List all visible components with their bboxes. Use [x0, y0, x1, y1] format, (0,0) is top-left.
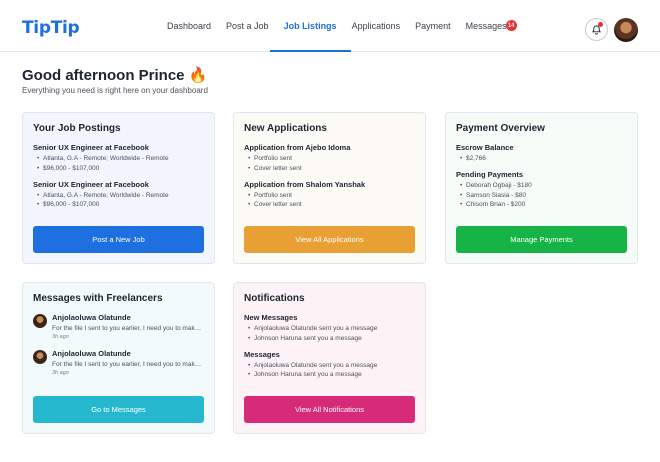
messages-count-badge: 14 — [505, 20, 517, 31]
nav-payment[interactable]: Payment — [415, 0, 451, 52]
job-title: Senior UX Engineer at Facebook — [33, 143, 149, 152]
new-applications-card: New Applications Application from Ajebo … — [233, 112, 426, 264]
post-new-job-button[interactable]: Post a New Job — [33, 226, 204, 253]
message-time: 3h ago — [52, 334, 69, 340]
pending-payment-item: Deborah Ogbaji - $180 — [460, 182, 627, 189]
nav-dashboard[interactable]: Dashboard — [167, 0, 211, 52]
message-item[interactable]: Anjolaoluwa Olatunde For the file I sent… — [33, 349, 204, 376]
application-title: Application from Ajebo Idoma — [244, 143, 351, 152]
message-item[interactable]: Anjolaoluwa Olatunde For the file I sent… — [33, 313, 204, 340]
job-posting-item[interactable]: Senior UX Engineer at Facebook Atlanta, … — [33, 180, 204, 209]
view-all-applications-button[interactable]: View All Applications — [244, 226, 415, 253]
pending-payment-item: Samson Siasia - $80 — [460, 192, 627, 199]
page-subtitle: Everything you need is right here on you… — [22, 86, 208, 95]
nav-messages[interactable]: Messages 14 — [465, 0, 517, 52]
user-avatar[interactable] — [614, 18, 638, 42]
job-postings-card: Your Job Postings Senior UX Engineer at … — [22, 112, 215, 264]
notification-group-label: Messages — [244, 349, 280, 359]
page-title: Good afternoon Prince 🔥 — [22, 67, 208, 84]
nav-applications[interactable]: Applications — [352, 0, 401, 52]
notification-group: New Messages Anjolaoluwa Olatunde sent y… — [244, 313, 415, 342]
application-detail: Cover letter sent — [248, 165, 415, 172]
job-posting-item[interactable]: Senior UX Engineer at Facebook Atlanta, … — [33, 143, 204, 172]
sender-avatar — [33, 350, 47, 364]
sender-avatar — [33, 314, 47, 328]
nav-job-listings[interactable]: Job Listings — [269, 0, 351, 52]
application-item[interactable]: Application from Ajebo Idoma Portfolio s… — [244, 143, 415, 172]
application-item[interactable]: Application from Shalom Yanshak Portfoli… — [244, 180, 415, 209]
escrow-label: Escrow Balance — [456, 143, 514, 152]
pending-label: Pending Payments — [456, 170, 524, 179]
notification-item[interactable]: Anjolaoluwa Olatunde sent you a message — [248, 325, 415, 332]
escrow-value: $2,766 — [460, 155, 627, 162]
top-nav-bar: TipTip Dashboard Post a Job Job Listings… — [0, 0, 660, 52]
manage-payments-button[interactable]: Manage Payments — [456, 226, 627, 253]
notification-dot — [598, 22, 603, 27]
notification-item[interactable]: Anjolaoluwa Olatunde sent you a message — [248, 362, 415, 369]
application-detail: Portfolio sent — [248, 155, 415, 162]
notification-item[interactable]: Johnson Haruna sent you a message — [248, 335, 415, 342]
job-salary: $96,000 - $107,000 — [37, 165, 204, 172]
nav-messages-label: Messages — [465, 21, 507, 31]
job-location: Atlanta, G.A - Remote; Worldwide - Remot… — [37, 155, 204, 162]
message-time: 3h ago — [52, 370, 69, 376]
sender-name: Anjolaoluwa Olatunde — [52, 313, 131, 322]
pending-payments-section: Pending Payments Deborah Ogbaji - $180 S… — [456, 170, 627, 208]
job-location: Atlanta, G.A - Remote; Worldwide - Remot… — [37, 192, 204, 199]
notifications-card: Notifications New Messages Anjolaoluwa O… — [233, 282, 426, 434]
nav-post-a-job[interactable]: Post a Job — [226, 0, 269, 52]
card-title: New Applications — [244, 123, 327, 134]
pending-payment-item: Chisom Brian - $200 — [460, 201, 627, 208]
application-detail: Portfolio sent — [248, 192, 415, 199]
card-title: Your Job Postings — [33, 123, 121, 134]
card-title: Messages with Freelancers — [33, 293, 163, 304]
job-salary: $96,000 - $107,000 — [37, 201, 204, 208]
messages-card: Messages with Freelancers Anjolaoluwa Ol… — [22, 282, 215, 434]
job-title: Senior UX Engineer at Facebook — [33, 179, 149, 189]
notification-item[interactable]: Johnson Haruna sent you a message — [248, 371, 415, 378]
notification-group-label: New Messages — [244, 313, 298, 322]
payment-overview-card: Payment Overview Escrow Balance $2,766 P… — [445, 112, 638, 264]
message-preview: For the file I sent to you earlier, I ne… — [52, 361, 204, 368]
notification-group: Messages Anjolaoluwa Olatunde sent you a… — [244, 350, 415, 379]
card-title: Notifications — [244, 293, 305, 304]
application-detail: Cover letter sent — [248, 201, 415, 208]
message-preview: For the file I sent to you earlier, I ne… — [52, 325, 204, 332]
sender-name: Anjolaoluwa Olatunde — [52, 349, 131, 358]
notifications-button[interactable] — [585, 18, 608, 41]
application-title: Application from Shalom Yanshak — [244, 179, 366, 189]
view-all-notifications-button[interactable]: View All Notifications — [244, 396, 415, 423]
brand-logo[interactable]: TipTip — [22, 18, 80, 38]
escrow-section: Escrow Balance $2,766 — [456, 143, 627, 162]
card-title: Payment Overview — [456, 123, 545, 134]
go-to-messages-button[interactable]: Go to Messages — [33, 396, 204, 423]
main-nav: Dashboard Post a Job Job Listings Applic… — [167, 0, 522, 52]
